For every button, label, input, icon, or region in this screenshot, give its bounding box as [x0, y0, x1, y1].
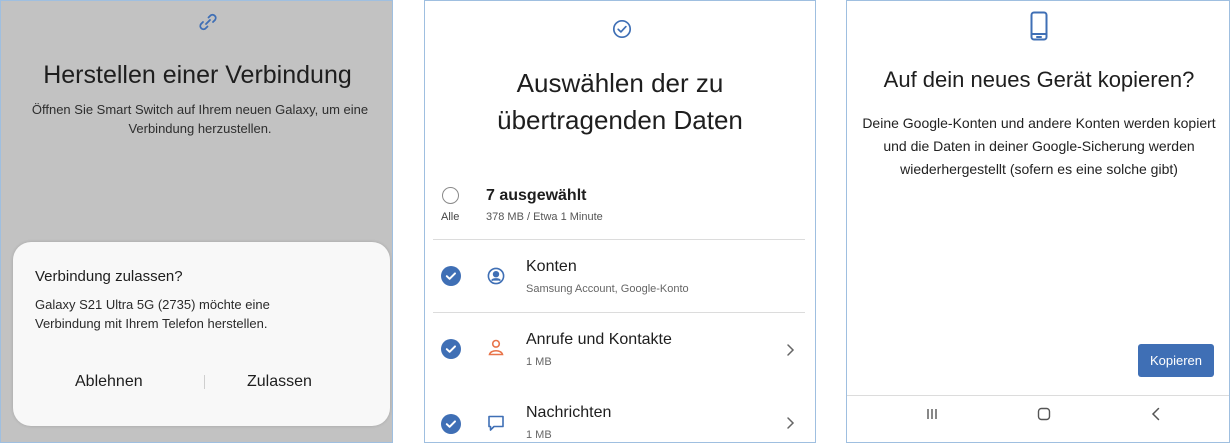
page-subtitle: Öffnen Sie Smart Switch auf Ihrem neuen … — [31, 102, 369, 136]
item-detail: 1 MB — [526, 429, 552, 441]
select-all-checkbox[interactable] — [442, 187, 459, 204]
back-icon[interactable] — [1147, 405, 1165, 423]
check-circle-icon — [612, 19, 632, 39]
title-line-2: übertragenden Daten — [497, 105, 743, 135]
item-detail: 1 MB — [526, 356, 552, 368]
selection-count: 7 ausgewählt — [486, 187, 587, 204]
page-title: Auf dein neues Gerät kopieren? — [883, 67, 1195, 92]
chevron-right-icon[interactable] — [785, 416, 795, 430]
list-item-calls-contacts[interactable]: Anrufe und Kontakte 1 MB — [425, 314, 815, 384]
item-label: Konten — [526, 258, 577, 275]
message-icon — [487, 414, 505, 432]
page-title: Auswählen der zu übertragenden Daten — [425, 65, 815, 139]
phone-icon — [1030, 11, 1048, 41]
select-all-label: Alle — [441, 211, 460, 223]
page-title: Herstellen einer Verbindung — [43, 61, 352, 89]
checked-icon[interactable] — [441, 414, 461, 434]
home-icon[interactable] — [1035, 405, 1053, 423]
dialog-title: Verbindung zulassen? — [35, 268, 183, 285]
copy-button[interactable]: Kopieren — [1138, 344, 1214, 377]
dialog-message: Galaxy S21 Ultra 5G (2735) möchte eine V… — [35, 297, 270, 331]
item-label: Anrufe und Kontakte — [526, 331, 672, 348]
chevron-right-icon[interactable] — [785, 343, 795, 357]
deny-button[interactable]: Ablehnen — [75, 373, 143, 391]
checked-icon[interactable] — [441, 266, 461, 286]
title-line-1: Auswählen der zu — [516, 68, 724, 98]
page-body: Deine Google-Konten und andere Konten we… — [862, 115, 1216, 177]
checked-icon[interactable] — [441, 339, 461, 359]
recents-icon[interactable] — [923, 405, 941, 423]
allow-button[interactable]: Zulassen — [247, 373, 312, 391]
divider — [433, 239, 805, 240]
nav-bar-divider — [847, 395, 1229, 396]
item-label: Nachrichten — [526, 404, 612, 421]
connection-screen: Herstellen einer Verbindung Öffnen Sie S… — [0, 0, 393, 443]
button-divider — [204, 375, 205, 389]
item-detail: Samsung Account, Google-Konto — [526, 283, 689, 295]
account-icon — [487, 267, 505, 285]
list-item-accounts[interactable]: Konten Samsung Account, Google-Konto — [425, 241, 815, 311]
selection-summary: 378 MB / Etwa 1 Minute — [486, 211, 603, 223]
allow-connection-dialog: Verbindung zulassen? Galaxy S21 Ultra 5G… — [13, 242, 390, 426]
link-icon — [197, 11, 219, 33]
list-item-messages[interactable]: Nachrichten 1 MB — [425, 389, 815, 442]
divider — [433, 312, 805, 313]
contact-icon — [487, 338, 505, 356]
select-data-screen: Auswählen der zu übertragenden Daten All… — [424, 0, 816, 443]
copy-confirm-screen: Auf dein neues Gerät kopieren? Deine Goo… — [846, 0, 1230, 443]
